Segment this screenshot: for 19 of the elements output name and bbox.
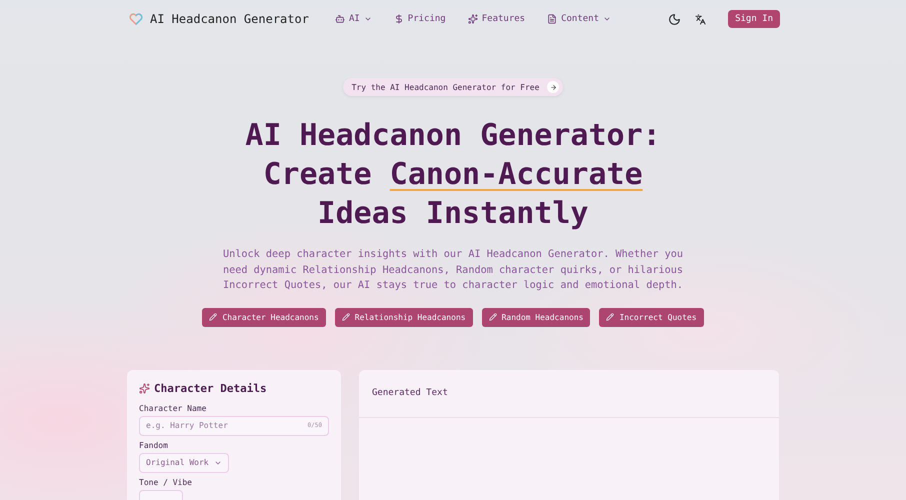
select-field[interactable]: Original Work bbox=[139, 452, 229, 472]
nav-link[interactable]: Features bbox=[468, 14, 526, 24]
mode-button[interactable]: Relationship Headcanons bbox=[334, 308, 473, 326]
nav-link[interactable]: AI bbox=[334, 14, 372, 24]
sign-in-button[interactable]: Sign In bbox=[728, 10, 780, 28]
card-title: Character Details bbox=[154, 382, 267, 394]
field-label: Tone / Vibe bbox=[139, 478, 193, 486]
panel-title: Generated Text bbox=[372, 388, 448, 398]
nav-link[interactable]: Pricing bbox=[394, 14, 446, 24]
brand-name: AI Headcanon Generator bbox=[150, 12, 309, 26]
field-label: Character Name bbox=[139, 404, 208, 412]
nav-link[interactable]: Content bbox=[547, 14, 612, 24]
description: Unlock deep character insights with our AI Headcanon Generator. Whether you need dynamic Relationship Headcanons, Random character quirks, or hilarious Incorrect Quotes, our AI stays true to character logic and emotional depth. bbox=[222, 248, 684, 293]
mode-button[interactable]: Random Headcanons bbox=[482, 308, 590, 326]
headline: AI Headcanon Generator: Create Canon-Accurate Ideas Instantly bbox=[244, 117, 662, 233]
field-label: Fandom bbox=[139, 440, 169, 450]
mode-button[interactable]: Character Headcanons bbox=[202, 308, 326, 326]
mode-button[interactable]: Incorrect Quotes bbox=[599, 308, 704, 326]
promo-link[interactable]: Try the AI Headcanon Generator for Free bbox=[342, 78, 564, 96]
